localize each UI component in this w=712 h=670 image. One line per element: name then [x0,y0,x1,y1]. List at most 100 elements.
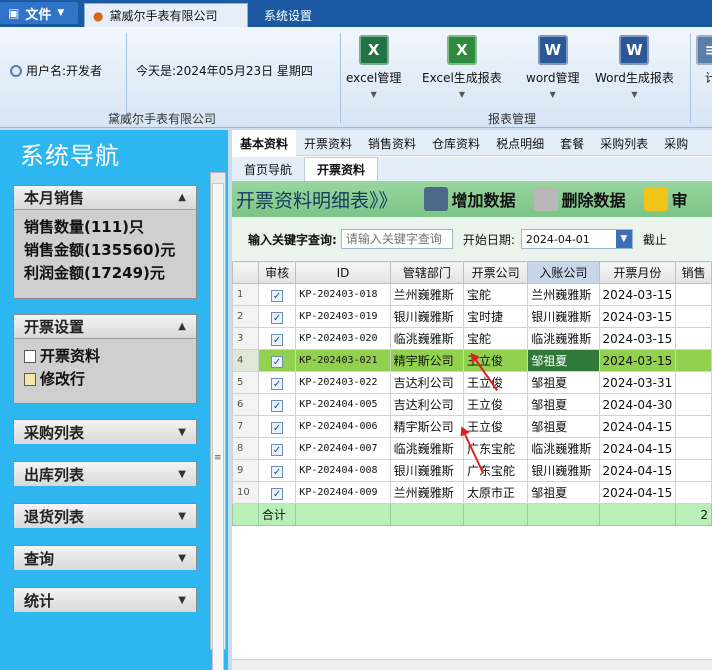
tab-tax-detail[interactable]: 税点明细 [488,130,552,156]
review-checkbox[interactable]: ✓ [271,487,284,500]
nav-item-edit-row[interactable]: 修改行 [24,368,186,391]
calc-button[interactable]: ≡ 计 [696,35,712,86]
excel-report-button[interactable]: X Excel生成报表 ▼ [422,35,502,99]
cell-invoice-month[interactable]: 2024-04-15 [598,415,677,438]
table-row[interactable]: 6 ✓ KP-202404-005 吉达利公司 王立俊 邹祖夏 2024-04-30 [232,393,712,416]
cell-sales[interactable] [675,481,712,504]
add-data-button[interactable]: 增加数据 [423,187,516,211]
start-date-picker[interactable]: 2024-04-01 ▼ [520,229,633,249]
table-row[interactable]: 3 ✓ KP-202403-020 临洮巍雅斯 宝舵 临洮巍雅斯 2024-03-15 [232,327,712,350]
cell-dept[interactable]: 兰州巍雅斯 [389,283,465,306]
cell-id[interactable]: KP-202404-005 [295,393,391,416]
cell-account-company[interactable]: 邹祖夏 [527,349,600,372]
cell-sales[interactable] [675,349,712,372]
review-checkbox[interactable]: ✓ [271,311,284,324]
review-button[interactable]: 审 [643,187,688,211]
table-row[interactable]: 10 ✓ KP-202404-009 兰州巍雅斯 太原市正 邹祖夏 2024-04-15 [232,481,712,504]
col-header-invoice-company[interactable]: 开票公司 [463,261,529,284]
cell-sales[interactable] [675,415,712,438]
tab-company[interactable]: ● 黛威尔手表有限公司 [84,3,248,27]
table-row[interactable]: 7 ✓ KP-202404-006 精宇斯公司 王立俊 邹祖夏 2024-04-15 [232,415,712,438]
review-checkbox[interactable]: ✓ [271,333,284,346]
cell-account-company[interactable]: 兰州巍雅斯 [527,283,600,306]
table-row[interactable]: 9 ✓ KP-202404-008 银川巍雅斯 广东宝舵 银川巍雅斯 2024-04-15 [232,459,712,482]
cell-sales[interactable] [675,459,712,482]
delete-data-button[interactable]: 删除数据 [533,187,626,211]
table-row[interactable]: 2 ✓ KP-202403-019 银川巍雅斯 宝时捷 银川巍雅斯 2024-03-15 [232,305,712,328]
col-header-review[interactable]: 审核 [257,261,297,284]
tab-warehouse-data[interactable]: 仓库资料 [424,130,488,156]
nav-outbound-list[interactable]: 出库列表 ▼ [13,461,197,486]
col-header-sales[interactable]: 销售 [675,261,712,284]
cell-invoice-month[interactable]: 2024-04-30 [598,393,677,416]
cell-id[interactable]: KP-202403-021 [295,349,391,372]
cell-dept[interactable]: 临洮巍雅斯 [389,327,465,350]
cell-id[interactable]: KP-202404-008 [295,459,391,482]
cell-dept[interactable]: 银川巍雅斯 [389,459,465,482]
cell-id[interactable]: KP-202403-018 [295,283,391,306]
cell-dept[interactable]: 银川巍雅斯 [389,305,465,328]
cell-account-company[interactable]: 邹祖夏 [527,415,600,438]
cell-invoice-month[interactable]: 2024-03-15 [598,283,677,306]
word-manage-button[interactable]: W word管理 ▼ [526,35,580,99]
cell-invoice-month[interactable]: 2024-03-15 [598,305,677,328]
cell-sales[interactable] [675,437,712,460]
page-tab-invoice[interactable]: 开票资料 [304,157,379,181]
page-tab-home[interactable]: 首页导航 [232,157,304,181]
cell-account-company[interactable]: 邹祖夏 [527,481,600,504]
cell-invoice-month[interactable]: 2024-03-15 [598,327,677,350]
nav-scrollbar[interactable]: ≡ [210,172,226,670]
tab-invoice-data[interactable]: 开票资料 [296,130,360,156]
nav-item-invoice-data[interactable]: 开票资料 [24,345,186,368]
review-checkbox[interactable]: ✓ [271,377,284,390]
grid-horizontal-scrollbar[interactable] [232,659,712,670]
invoice-settings-header[interactable]: 开票设置 ▲ [14,315,196,339]
cell-id[interactable]: KP-202403-022 [295,371,391,394]
tab-sales-data[interactable]: 销售资料 [360,130,424,156]
cell-dept[interactable]: 精宇斯公司 [389,349,465,372]
chevron-down-icon[interactable]: ▼ [615,230,632,248]
tab-package[interactable]: 套餐 [552,130,592,156]
tab-purchase-list[interactable]: 采购列表 [592,130,656,156]
col-header-account-company[interactable]: 入账公司 [527,261,600,284]
cell-invoice-company[interactable]: 太原市正 [463,481,529,504]
cell-account-company[interactable]: 临洮巍雅斯 [527,437,600,460]
review-checkbox[interactable]: ✓ [271,399,284,412]
excel-manage-button[interactable]: X excel管理 ▼ [346,35,401,99]
cell-invoice-month[interactable]: 2024-04-15 [598,459,677,482]
nav-scroll-thumb[interactable] [212,183,224,670]
nav-statistics[interactable]: 统计 ▼ [13,587,197,612]
cell-id[interactable]: KP-202404-009 [295,481,391,504]
cell-dept[interactable]: 吉达利公司 [389,371,465,394]
tab-system-settings[interactable]: 系统设置 [254,3,322,27]
cell-id[interactable]: KP-202403-020 [295,327,391,350]
tab-purchase[interactable]: 采购 [656,130,696,156]
col-header-dept[interactable]: 管辖部门 [389,261,465,284]
review-checkbox[interactable]: ✓ [271,289,284,302]
table-row[interactable]: 5 ✓ KP-202403-022 吉达利公司 王立俊 邹祖夏 2024-03-31 [232,371,712,394]
cell-id[interactable]: KP-202404-006 [295,415,391,438]
cell-sales[interactable] [675,327,712,350]
review-checkbox[interactable]: ✓ [271,421,284,434]
cell-sales[interactable] [675,371,712,394]
cell-sales[interactable] [675,305,712,328]
cell-sales[interactable] [675,393,712,416]
cell-invoice-month[interactable]: 2024-04-15 [598,481,677,504]
nav-return-list[interactable]: 退货列表 ▼ [13,503,197,528]
cell-invoice-month[interactable]: 2024-03-31 [598,371,677,394]
cell-account-company[interactable]: 邹祖夏 [527,371,600,394]
cell-account-company[interactable]: 邹祖夏 [527,393,600,416]
word-report-button[interactable]: W Word生成报表 ▼ [595,35,674,99]
cell-invoice-company[interactable]: 宝舵 [463,327,529,350]
nav-purchase-list[interactable]: 采购列表 ▼ [13,419,197,444]
cell-account-company[interactable]: 银川巍雅斯 [527,305,600,328]
nav-query[interactable]: 查询 ▼ [13,545,197,570]
keyword-search-input[interactable] [340,229,453,249]
cell-invoice-company[interactable]: 宝时捷 [463,305,529,328]
cell-dept[interactable]: 兰州巍雅斯 [389,481,465,504]
cell-sales[interactable] [675,283,712,306]
cell-dept[interactable]: 精宇斯公司 [389,415,465,438]
col-header-invoice-month[interactable]: 开票月份 [598,261,677,284]
cell-account-company[interactable]: 银川巍雅斯 [527,459,600,482]
cell-id[interactable]: KP-202404-007 [295,437,391,460]
